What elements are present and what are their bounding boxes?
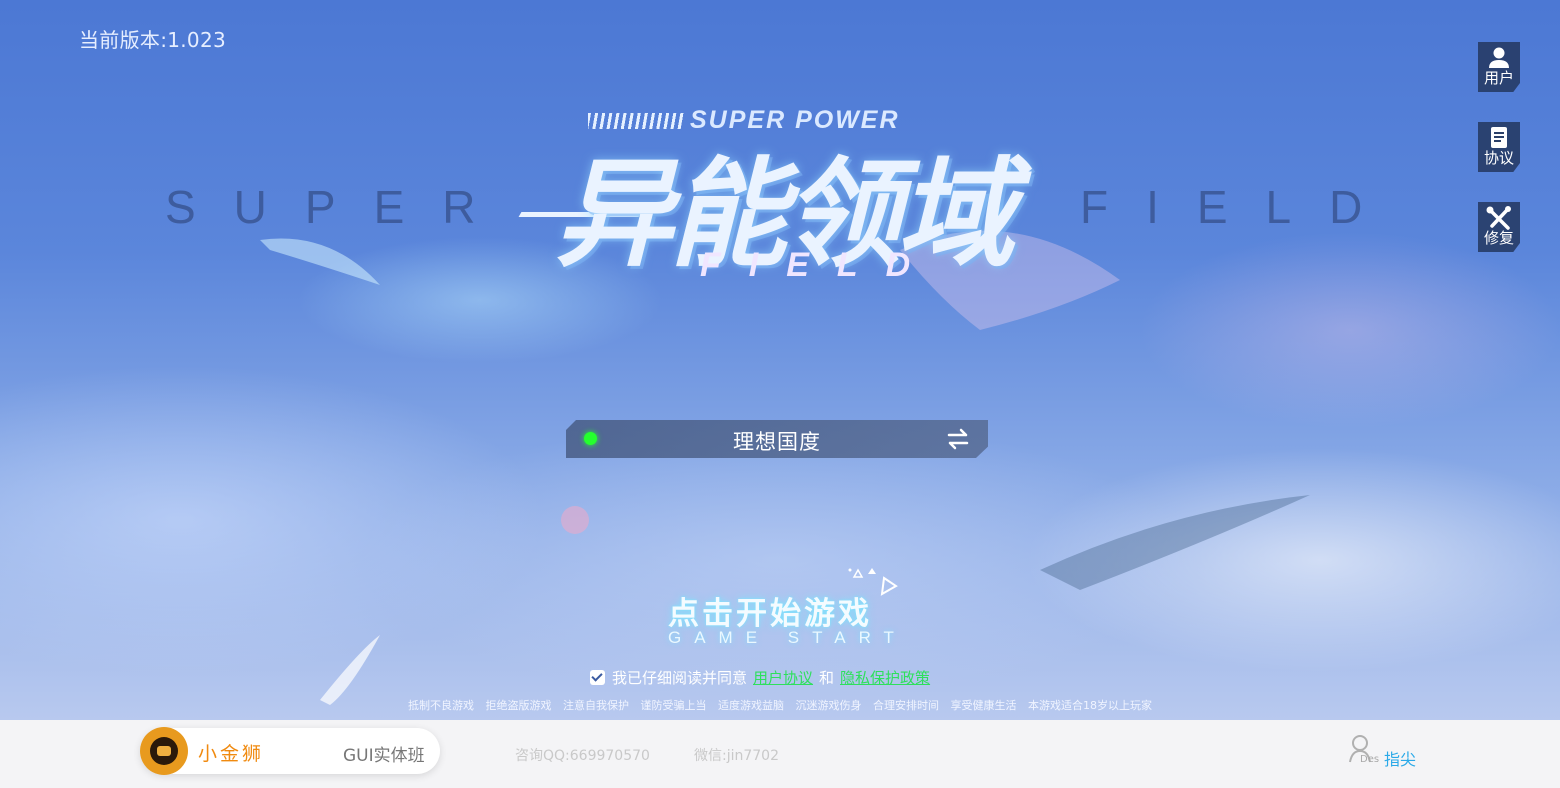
designer-name: 指尖 xyxy=(1384,750,1417,769)
health-notice-item: 谨防受骗上当 xyxy=(640,699,707,712)
game-login-background: 当前版本:1.023 SUPER FIELD SUPER POWER 异能领域 … xyxy=(0,0,1560,720)
brand-badge: 小金狮 GUI实体班 xyxy=(140,727,440,775)
health-notice-item: 适度游戏益脑 xyxy=(718,699,784,712)
course-name: GUI实体班 xyxy=(343,746,425,766)
side-button-repair[interactable]: 修复 xyxy=(1478,202,1520,252)
health-notice: 抵制不良游戏 拒绝盗版游戏 注意自我保护 谨防受骗上当 适度游戏益脑 沉迷游戏伤… xyxy=(0,697,1560,713)
logo-field: FIELD xyxy=(700,246,939,284)
health-notice-item: 沉迷游戏伤身 xyxy=(795,699,862,712)
user-agreement-link[interactable]: 用户协议 xyxy=(753,669,813,687)
agreement-checkbox[interactable] xyxy=(590,670,605,685)
start-label-en: GAME START xyxy=(668,628,907,647)
side-button-agreement[interactable]: 协议 xyxy=(1478,122,1520,172)
agreement-text: 我已仔细阅读并同意 xyxy=(612,669,748,687)
privacy-policy-link[interactable]: 隐私保护政策 xyxy=(840,669,930,687)
brand-name: 小金狮 xyxy=(198,743,265,765)
side-button-user[interactable]: 用户 xyxy=(1478,42,1520,92)
health-notice-item: 本游戏适合18岁以上玩家 xyxy=(1028,699,1152,712)
health-notice-item: 合理安排时间 xyxy=(873,699,939,712)
agreement-and: 和 xyxy=(819,669,835,687)
agreement-row: 我已仔细阅读并同意 用户协议和隐私保护政策 xyxy=(590,667,930,687)
designer-tag: Des xyxy=(1360,754,1380,765)
swap-arrows-icon[interactable] xyxy=(946,427,970,451)
health-notice-item: 拒绝盗版游戏 xyxy=(485,699,552,712)
server-selector[interactable]: 理想国度 xyxy=(566,420,988,458)
designer-credit: Des 指尖 xyxy=(1348,734,1428,770)
side-button-label: 用户 xyxy=(1483,69,1514,87)
contact-wechat: 微信:jin7702 xyxy=(694,748,779,764)
lion-logo-icon xyxy=(140,727,188,775)
contact-qq: 咨询QQ:669970570 xyxy=(515,748,650,764)
health-notice-item: 注意自我保护 xyxy=(563,699,629,712)
side-button-label: 协议 xyxy=(1483,149,1514,167)
start-label-cn: 点击开始游戏 xyxy=(668,596,872,632)
side-button-label: 修复 xyxy=(1483,229,1514,247)
server-name: 理想国度 xyxy=(733,430,821,454)
game-start-button[interactable]: 点击开始游戏 GAME START xyxy=(660,568,920,648)
health-notice-item: 享受健康生活 xyxy=(950,699,1017,712)
health-notice-item: 抵制不良游戏 xyxy=(408,699,474,712)
